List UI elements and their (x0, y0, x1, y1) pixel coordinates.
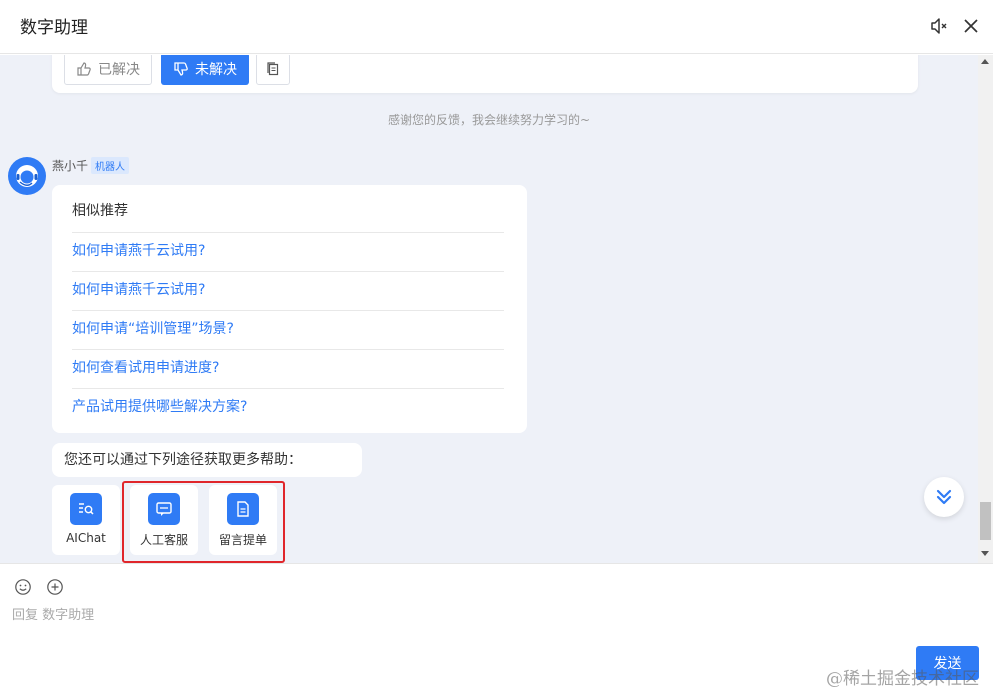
thanks-message: 感谢您的反馈，我会继续努力学习的~ (387, 113, 591, 127)
mute-icon[interactable] (928, 15, 950, 37)
scroll-to-bottom-button[interactable] (924, 477, 964, 517)
document-icon (227, 493, 259, 525)
resolved-label: 已解决 (98, 62, 140, 78)
scroll-up-arrow[interactable] (981, 59, 989, 64)
copy-button[interactable] (256, 55, 290, 85)
bot-headset-icon (16, 165, 38, 187)
leave-message-label: 留言提单 (218, 533, 267, 547)
message-input[interactable] (12, 604, 892, 626)
chat-bubble-icon (148, 493, 180, 525)
scroll-down-arrow[interactable] (981, 551, 989, 556)
recommend-card: 相似推荐 如何申请燕千云试用? 如何申请燕千云试用? 如何申请“培训管理”场景?… (52, 185, 527, 433)
recommend-link[interactable]: 产品试用提供哪些解决方案? (72, 388, 504, 427)
plus-icon[interactable] (46, 578, 64, 596)
recommend-link[interactable]: 如何申请燕千云试用? (72, 271, 504, 310)
scrollbar[interactable] (978, 55, 993, 563)
recommend-link[interactable]: 如何查看试用申请进度? (72, 349, 504, 388)
scrollbar-thumb[interactable] (980, 502, 991, 540)
page-title: 数字助理 (20, 18, 88, 38)
double-chevron-down-icon (936, 489, 952, 505)
avatar (8, 157, 46, 195)
unresolved-label: 未解决 (195, 62, 237, 78)
recommend-link[interactable]: 如何申请“培训管理”场景? (72, 310, 504, 349)
thumbs-up-icon (77, 62, 91, 76)
recommend-list: 如何申请燕千云试用? 如何申请燕千云试用? 如何申请“培训管理”场景? 如何查看… (72, 232, 504, 427)
feedback-card: 已解决 未解决 (52, 55, 918, 93)
close-icon[interactable] (959, 14, 983, 38)
composer: 发送 @稀土掘金技术社区 (0, 563, 993, 690)
recommend-link[interactable]: 如何申请燕千云试用? (72, 232, 504, 271)
watermark: @稀土掘金技术社区 (826, 669, 979, 689)
leave-message-button[interactable]: 留言提单 (209, 485, 277, 555)
more-help-message: 您还可以通过下列途径获取更多帮助： (52, 443, 362, 477)
aichat-label: AIChat (66, 531, 106, 545)
bot-name: 燕小千 (52, 159, 89, 173)
human-service-label: 人工客服 (139, 533, 188, 547)
chat-area: 已解决 未解决 感谢您的反馈，我会继续努力学习的~ 燕小千 机器人 相似推荐 如… (0, 55, 978, 563)
aichat-button[interactable]: AIChat (52, 485, 120, 555)
unresolved-button[interactable]: 未解决 (161, 55, 249, 85)
copy-icon (267, 62, 279, 76)
header: 数字助理 (0, 0, 993, 54)
search-list-icon (70, 493, 102, 525)
thumbs-down-icon (174, 62, 188, 76)
resolved-button[interactable]: 已解决 (64, 55, 152, 85)
human-service-button[interactable]: 人工客服 (130, 485, 198, 555)
bot-badge: 机器人 (91, 157, 129, 174)
recommend-title: 相似推荐 (72, 203, 128, 219)
emoji-icon[interactable] (14, 578, 32, 596)
